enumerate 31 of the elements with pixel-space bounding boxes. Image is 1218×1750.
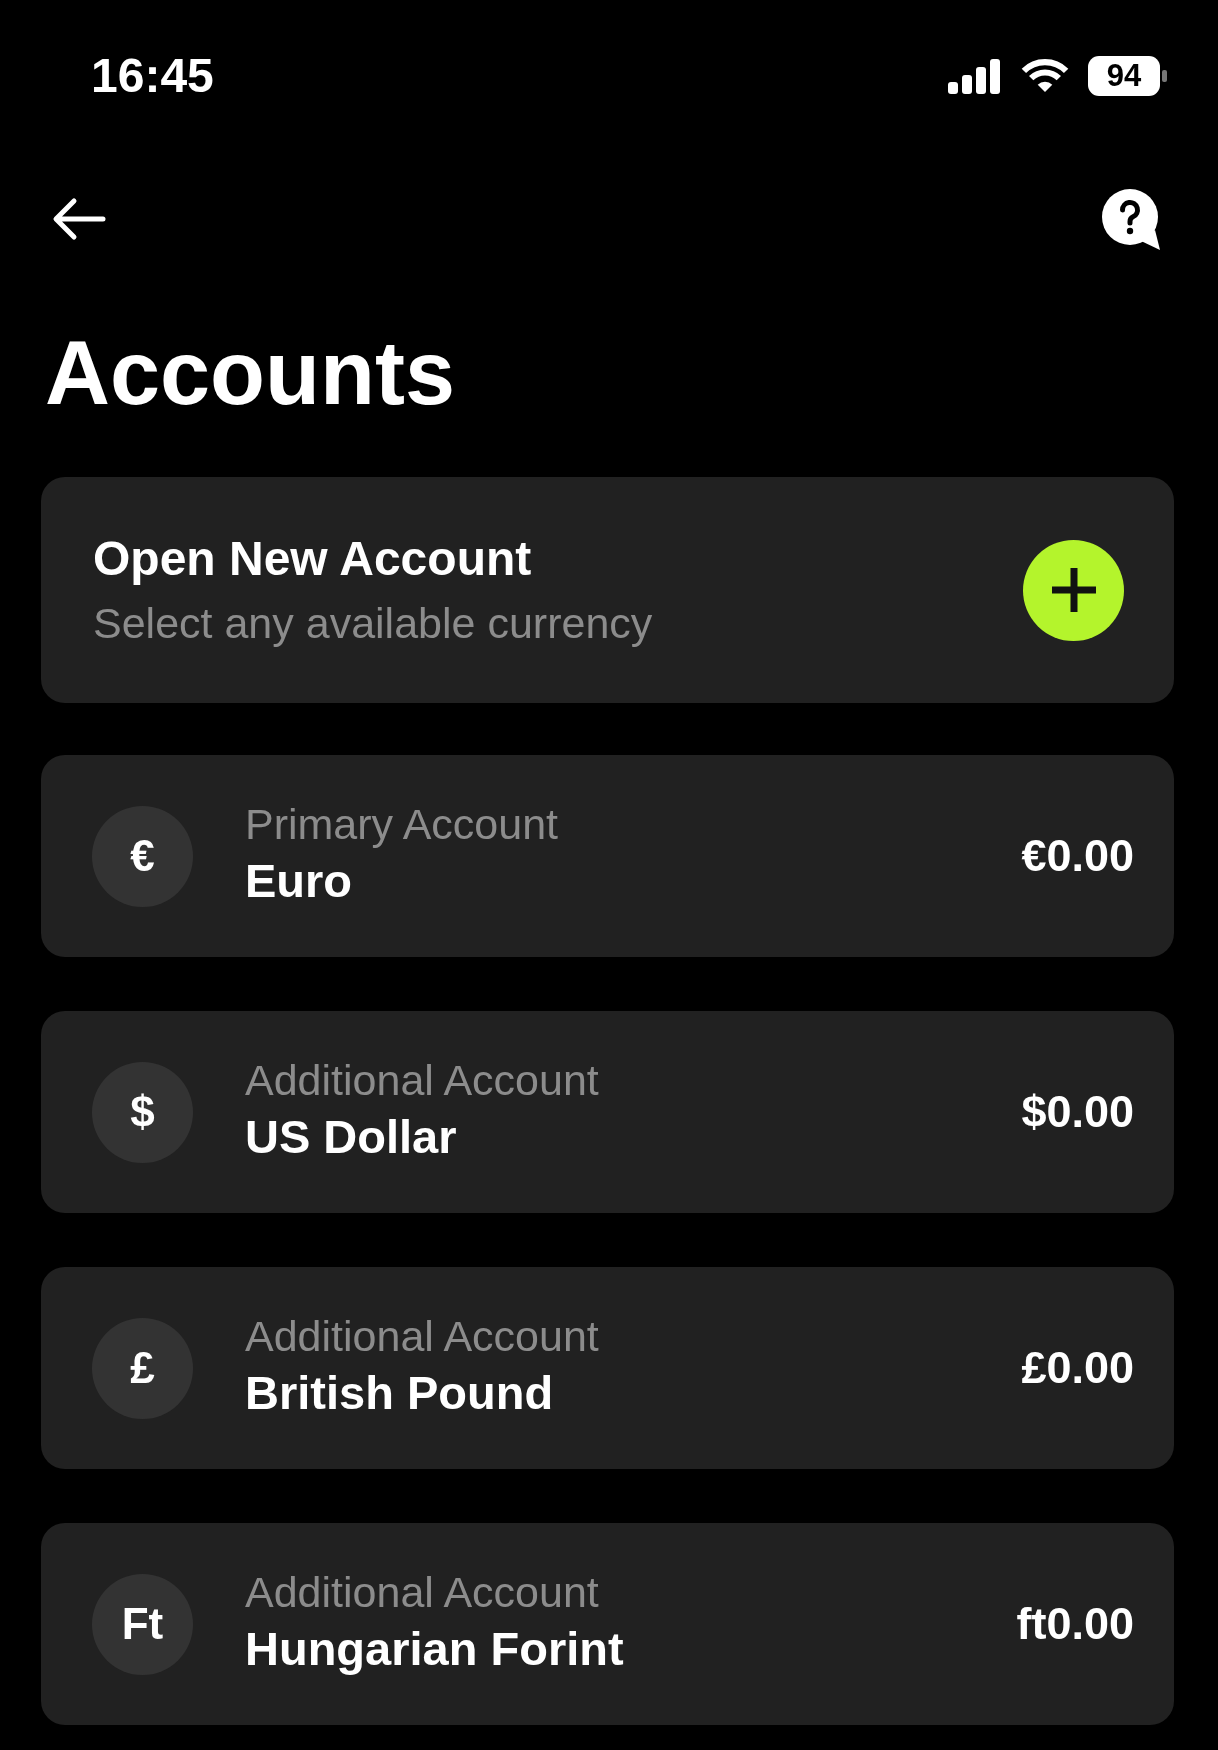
battery-icon: [1088, 56, 1167, 96]
account-name: Euro: [245, 855, 354, 907]
account-card[interactable]: $ Additional Account US Dollar $0.00: [41, 1011, 1174, 1213]
account-card[interactable]: € Primary Account Euro €0.00: [41, 755, 1174, 957]
signal-icon: [948, 58, 1002, 94]
wifi-icon: [1020, 59, 1070, 93]
open-account-card[interactable]: Open New Account Select any available currency: [41, 477, 1174, 703]
battery-percentage: 94: [1106, 61, 1142, 91]
open-account-subtitle: Select any available currency: [93, 598, 653, 649]
account-name: US Dollar: [245, 1111, 458, 1163]
open-account-title: Open New Account: [93, 531, 533, 588]
account-type-label: Additional Account: [245, 1311, 599, 1361]
back-arrow-icon[interactable]: [52, 197, 106, 241]
account-name: British Pound: [245, 1367, 555, 1419]
currency-symbol: $: [92, 1061, 193, 1163]
balance-amount: £0.00: [1021, 1342, 1134, 1394]
page-title: Accounts: [45, 328, 456, 418]
currency-symbol: Ft: [92, 1573, 193, 1675]
account-type-label: Additional Account: [245, 1055, 599, 1105]
account-card[interactable]: Ft Additional Account Hungarian Forint ft0.00: [41, 1523, 1174, 1725]
account-type-label: Additional Account: [245, 1567, 600, 1617]
account-card[interactable]: £ Additional Account British Pound £0.00: [41, 1267, 1174, 1469]
question-bubble-icon[interactable]: [1101, 188, 1161, 250]
currency-symbol: €: [92, 805, 193, 907]
balance-amount: $0.00: [1021, 1086, 1134, 1138]
balance-amount: €0.00: [1021, 830, 1134, 882]
balance-amount: ft0.00: [1016, 1598, 1134, 1650]
account-name: Hungarian Forint: [245, 1623, 624, 1675]
status-time: 16:45: [91, 50, 214, 102]
currency-symbol: £: [92, 1317, 193, 1419]
account-type-label: Primary Account: [245, 799, 559, 849]
